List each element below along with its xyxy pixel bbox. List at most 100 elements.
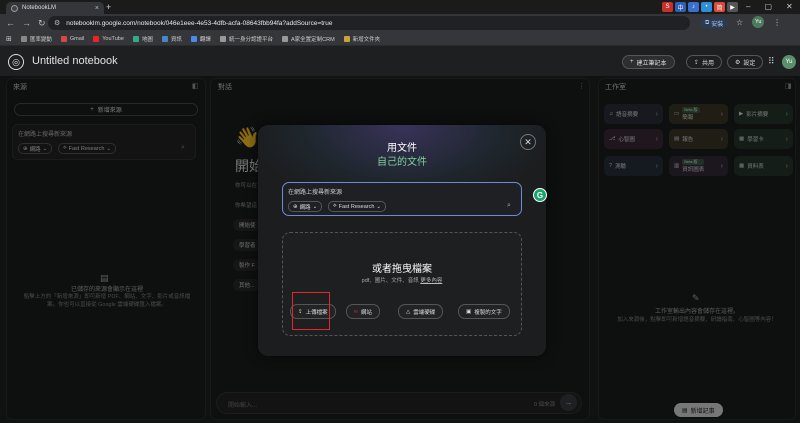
bookmark-label: YouTube [102,35,124,42]
extension-icon[interactable]: ▶ [727,2,738,12]
more-types-link[interactable]: 更多內容 [420,278,442,284]
apps-grid-icon[interactable]: ⠿ [768,56,775,67]
link-icon: ∞ [354,308,358,315]
minimize-icon[interactable]: – [746,2,750,11]
chevron-down-icon: ⌄ [376,203,382,210]
window-controls: – ▢ ✕ [746,2,793,11]
drive-icon: △ [406,308,411,315]
bookmark-label: 新增文件夾 [352,36,381,43]
dialog-subtitle: 自己的文件 [377,157,427,168]
new-tab-icon[interactable]: + [106,2,111,12]
settings-label: 設定 [743,60,756,67]
notebooklm-favicon-icon [11,4,18,12]
search-icon[interactable]: ⌕ [507,202,511,210]
dialog-research-mode-dropdown[interactable]: ⟡ Fast Research ⌄ [328,201,387,212]
bookmark-icon [219,35,226,42]
youtube-icon [93,35,100,42]
profile-avatar[interactable]: Yu [752,16,765,28]
maximize-icon[interactable]: ▢ [764,2,772,11]
plus-icon: + [630,59,634,65]
translate-icon [190,35,197,42]
notebook-title[interactable]: Untitled notebook [32,55,118,67]
research-icon: ⟡ [333,203,337,209]
globe-icon: ⊕ [293,203,298,210]
website-button[interactable]: ∞ 網站 [346,304,380,319]
extension-icon[interactable]: ♪ [688,2,699,12]
bookmark-label: 匯率變動 [29,36,52,43]
bookmark-item[interactable]: Gmail [60,35,85,42]
paste-text-button[interactable]: ▣ 複製的文字 [458,304,510,319]
bookmark-icon [281,35,288,42]
drive-button[interactable]: △ 雲端硬碟 [398,304,444,319]
extension-icon[interactable]: 中 [675,2,686,12]
notebooklm-logo-icon[interactable]: ◎ [8,54,24,70]
create-notebook-label: 建立筆記本 [636,60,667,67]
drive-label: 雲端硬碟 [413,309,436,316]
file-types-text: pdf、圖片、文件、音訊 [361,278,419,284]
bookmark-label: 地圖 [141,36,153,43]
address-bar-actions: ☆ Yu ⋮ [736,16,781,28]
apps-grid-icon[interactable]: ⊞ [6,35,12,43]
bookmark-label: Gmail [69,35,85,42]
back-icon[interactable]: ← [6,18,15,28]
user-avatar[interactable]: Yu [782,55,796,69]
bookmark-item[interactable]: A家全置定制CRM [281,35,335,43]
research-chip-label: Fast Research [338,203,375,210]
bookmark-label: 資訊 [170,36,182,43]
browser-tab[interactable]: NotebookLM × [6,2,104,14]
dialog-web-search-input[interactable]: 在網路上搜尋新來源 [288,187,342,196]
browser-menu-icon[interactable]: ⋮ [773,18,781,27]
close-dialog-button[interactable]: ✕ [520,134,536,150]
bookmark-item[interactable]: 資訊 [161,35,182,43]
share-icon: ⇪ [694,59,700,66]
bookmark-icon [20,35,27,42]
folder-icon [343,35,350,42]
website-label: 網站 [360,309,372,316]
app-header [0,48,800,76]
highlight-annotation-box [292,292,330,330]
gmail-icon [60,35,67,42]
grammarly-icon[interactable]: G [533,188,547,202]
bookmark-item[interactable]: 新增文件夾 [343,35,381,43]
share-label: 共用 [702,60,715,67]
create-notebook-button[interactable]: + 建立筆記本 [622,55,675,69]
install-label: 安裝 [711,21,724,28]
clipboard-icon: ▣ [466,308,472,315]
extension-icon[interactable]: 简 [714,2,725,12]
gear-icon: ⚙ [735,59,741,66]
extension-icon[interactable]: • [701,2,712,12]
bookmark-item[interactable]: 統一身分認證平台 [219,35,273,43]
maps-icon [132,35,139,42]
close-icon: ✕ [524,136,532,147]
address-bar-row: ← → ↻ ⚙ notebooklm.google.com/notebook/0… [0,14,800,32]
url-bar[interactable]: ⚙ notebooklm.google.com/notebook/046e1ee… [48,16,690,30]
drop-zone-title: 或者拖曳檔案 [372,264,432,275]
bookmarks-bar: ⊞ 匯率變動 Gmail YouTube 地圖 資訊 翻譯 統一身分認證平台 A… [0,32,800,46]
drop-zone-file-types: pdf、圖片、文件、音訊 更多內容 [258,276,546,284]
bookmark-item[interactable]: YouTube [93,35,124,42]
bookmark-item[interactable]: 匯率變動 [20,35,52,43]
bookmark-item[interactable]: 翻譯 [190,35,211,43]
forward-icon[interactable]: → [22,18,31,28]
web-chip-label: 網路 [299,204,311,211]
url-text: notebooklm.google.com/notebook/046e1eee-… [66,19,333,27]
bookmark-label: 統一身分認證平台 [228,36,273,43]
dialog-web-source-dropdown[interactable]: ⊕ 網路 ⌄ [288,201,323,212]
settings-button[interactable]: ⚙ 設定 [727,55,764,69]
browser-tab-title: NotebookLM [22,5,57,11]
close-window-icon[interactable]: ✕ [786,2,793,11]
bookmark-star-icon[interactable]: ☆ [736,18,743,27]
extension-icon[interactable]: S [662,2,673,12]
share-button[interactable]: ⇪ 共用 [686,55,723,69]
paste-text-label: 複製的文字 [474,309,502,316]
extension-strip: S 中 ♪ • 简 ▶ [662,1,738,13]
bookmark-item[interactable]: 地圖 [132,35,153,43]
reload-icon[interactable]: ↻ [38,18,46,29]
site-info-icon[interactable]: ⚙ [54,19,60,27]
install-app-button[interactable]: ⧉ 安裝 [700,17,729,29]
bookmark-label: 翻譯 [199,36,211,43]
close-tab-icon[interactable]: × [95,5,99,12]
bookmark-label: A家全置定制CRM [290,36,335,43]
news-icon [161,35,168,42]
dialog-title: 用文件 [387,143,417,154]
